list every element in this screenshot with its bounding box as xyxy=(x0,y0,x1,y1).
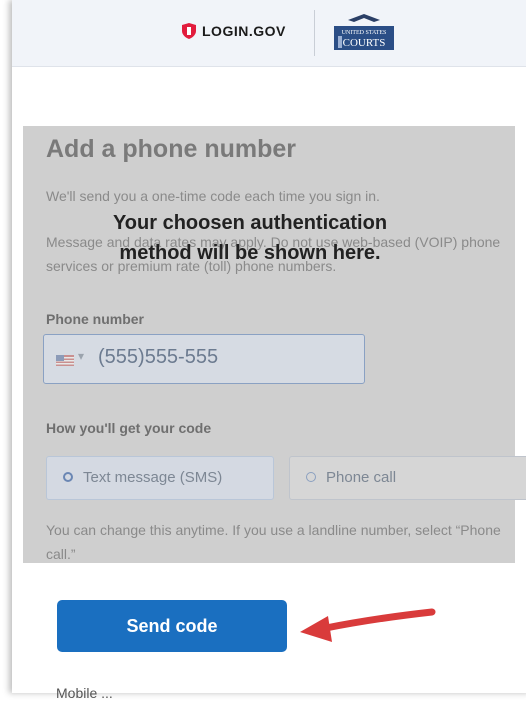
radio-button-icon[interactable] xyxy=(63,472,73,482)
svg-text:COURTS: COURTS xyxy=(343,37,386,49)
radio-button-icon[interactable] xyxy=(306,472,316,482)
phone-number-input[interactable]: ▾ (555)555-555 xyxy=(43,334,365,384)
phone-number-label: Phone number xyxy=(46,311,145,327)
radio-label-sms: Text message (SMS) xyxy=(83,469,223,486)
us-flag-icon[interactable] xyxy=(56,355,74,366)
radio-option-phone-call[interactable]: Phone call xyxy=(289,456,526,500)
header-divider xyxy=(314,10,315,56)
svg-text:UNITED STATES: UNITED STATES xyxy=(342,30,387,36)
footer-link-text[interactable]: Mobile ... xyxy=(56,685,113,701)
phone-number-value: (555)555-555 xyxy=(98,346,219,368)
us-courts-logo[interactable]: UNITED STATES COURTS xyxy=(330,10,398,56)
login-gov-logo[interactable]: LOGIN.GOV xyxy=(182,18,286,44)
intro-text: We'll send you a one-time code each time… xyxy=(46,188,380,204)
delivery-method-label: How you'll get your code xyxy=(46,420,212,436)
radio-option-sms[interactable]: Text message (SMS) xyxy=(46,456,274,500)
overlay-line-1: Your choosen authentication xyxy=(112,212,388,234)
page-title: Add a phone number xyxy=(46,135,296,163)
annotation-arrow-icon xyxy=(300,608,436,642)
radio-label-phone-call: Phone call xyxy=(326,469,397,486)
site-header: LOGIN.GOV UNITED STATES COURTS xyxy=(12,0,526,67)
send-code-button[interactable]: Send code xyxy=(57,600,287,652)
change-method-text: You can change this anytime. If you use … xyxy=(46,522,501,562)
country-dropdown-caret-icon[interactable]: ▾ xyxy=(78,349,84,363)
login-gov-text: LOGIN.GOV xyxy=(202,23,286,39)
shield-icon xyxy=(182,23,196,39)
overlay-message: Your choosen authentication method will … xyxy=(70,208,430,268)
overlay-line-2: method will be shown here. xyxy=(119,242,381,264)
